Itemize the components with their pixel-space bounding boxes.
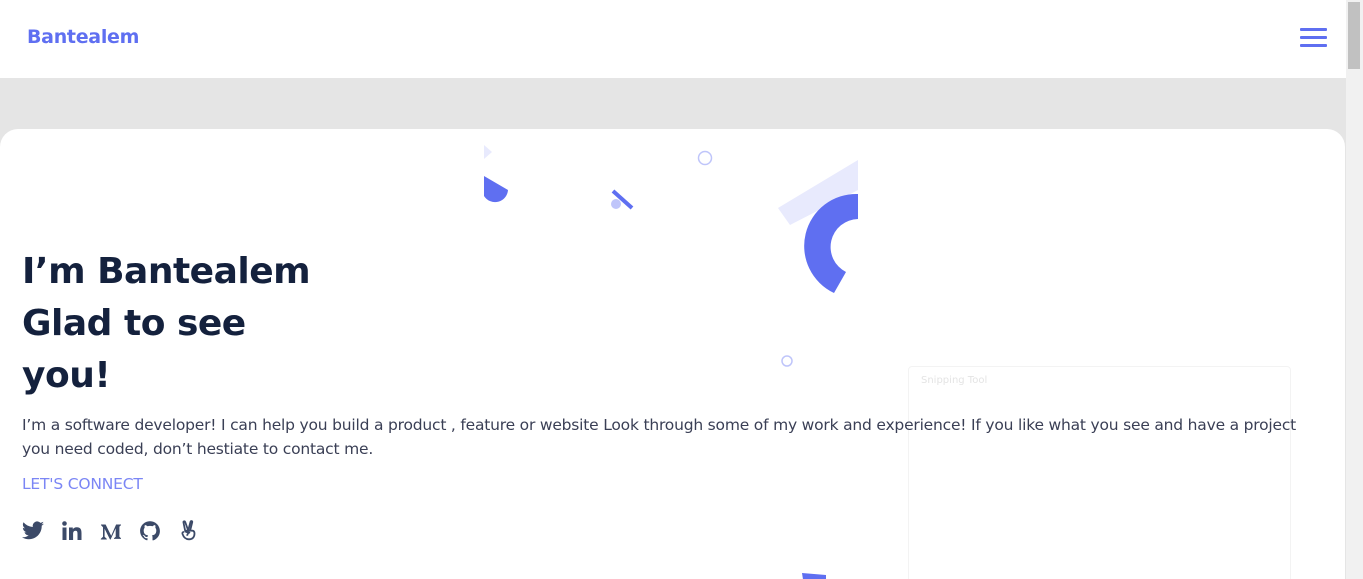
snipping-tool-title: Snipping Tool: [921, 375, 988, 386]
github-icon[interactable]: [138, 519, 162, 543]
navbar: Bantealem: [0, 0, 1346, 78]
snipping-tool-overlay: Snipping Tool: [908, 366, 1291, 579]
hero-section: Snipping Tool I’m Bantealem Glad to see …: [0, 129, 1345, 579]
lets-connect-link[interactable]: LET'S CONNECT: [22, 475, 143, 493]
deco-light-band: [778, 160, 858, 225]
hamburger-menu-icon[interactable]: [1300, 28, 1327, 48]
linkedin-icon[interactable]: [60, 519, 84, 543]
deco-bar: [611, 189, 634, 210]
deco-bottom-shape: [802, 573, 826, 579]
deco-arc: [804, 193, 858, 293]
deco-dot: [611, 199, 621, 209]
twitter-icon[interactable]: [21, 519, 45, 543]
headline-line-1: I’m Bantealem: [22, 251, 311, 292]
hero-headline: I’m Bantealem Glad to see you!: [22, 246, 382, 402]
angellist-icon[interactable]: [177, 519, 201, 543]
scrollbar-thumb[interactable]: [1348, 2, 1360, 69]
headline-line-2: Glad to see: [22, 303, 246, 344]
social-links: [21, 519, 216, 543]
headline-line-3: you!: [22, 355, 111, 396]
medium-icon[interactable]: [99, 519, 123, 543]
deco-small-triangle: [484, 145, 492, 159]
deco-half-circle: [484, 176, 508, 203]
scrollbar[interactable]: [1346, 0, 1363, 579]
brand-logo[interactable]: Bantealem: [27, 26, 139, 48]
hero-intro: I’m a software developer! I can help you…: [22, 416, 1297, 458]
deco-ring-top: [697, 150, 713, 166]
deco-ring-bottom: [781, 355, 793, 367]
